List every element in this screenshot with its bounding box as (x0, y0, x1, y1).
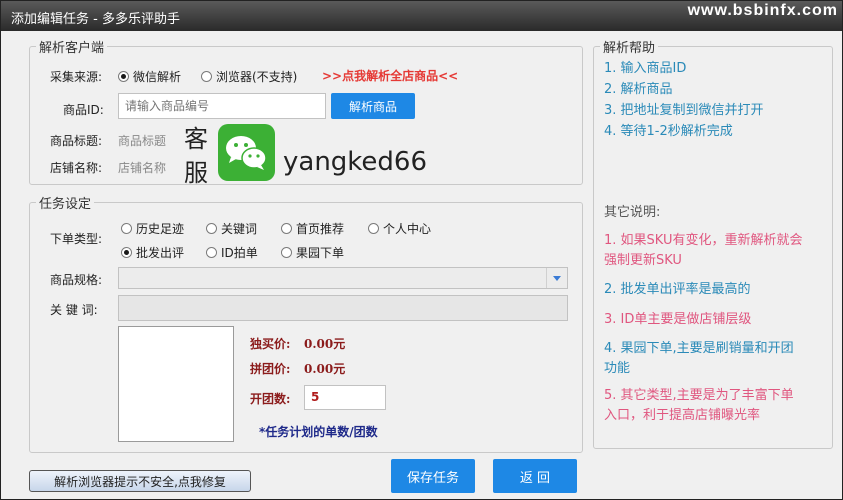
radio-dot-checked (118, 71, 129, 82)
radio-label: 首页推荐 (296, 222, 345, 236)
keyword-label: 关 键 词: (50, 303, 98, 317)
radio-dot (206, 223, 217, 234)
site-watermark: www.bsbinfx.com (687, 2, 838, 19)
radio-id-order[interactable]: ID拍单 (206, 244, 258, 261)
radio-label: 个人中心 (383, 222, 432, 236)
keyword-input[interactable] (118, 295, 568, 321)
group-count-input[interactable]: 5 (304, 385, 386, 410)
radio-dot (368, 223, 379, 234)
radio-personal-center[interactable]: 个人中心 (368, 220, 431, 237)
help-group-legend: 解析帮助 (603, 41, 656, 56)
note-line: 3. ID单主要是做店铺层级 (604, 312, 752, 327)
help-note-1: 1. 如果SKU有变化，重新解析就会 强制更新SKU (604, 231, 829, 271)
product-id-input[interactable] (118, 93, 326, 119)
note-line: 4. 果园下单,主要是刷销量和开团 (604, 341, 794, 356)
task-count-note: *任务计划的单数/团数 (259, 425, 378, 439)
note-line: 5. 其它类型,主要是为了丰富下单 (604, 388, 794, 403)
radio-dot (201, 71, 212, 82)
radio-wechat-parse[interactable]: 微信解析 (118, 68, 181, 85)
radio-label: 关键词 (221, 222, 258, 236)
help-step-1: 1. 输入商品ID (604, 61, 687, 76)
radio-history-footprint[interactable]: 历史足迹 (121, 220, 184, 237)
kf-char-1: 客 (184, 125, 208, 153)
radio-home-recommend[interactable]: 首页推荐 (281, 220, 344, 237)
back-button[interactable]: 返 回 (493, 459, 577, 493)
radio-label: 批发出评 (136, 246, 185, 260)
chevron-down-icon[interactable] (546, 268, 567, 288)
radio-dot (121, 223, 132, 234)
help-note-4: 4. 果园下单,主要是刷销量和开团 功能 (604, 339, 829, 379)
help-step-3: 3. 把地址复制到微信并打开 (604, 103, 764, 118)
radio-orchard-order[interactable]: 果园下单 (281, 244, 344, 261)
solo-price-value: 0.00元 (304, 337, 346, 351)
help-step-4: 4. 等待1-2秒解析完成 (604, 124, 733, 139)
help-note-2: 2. 批发单出评率是最高的 (604, 280, 829, 300)
wechat-id-text: yangked66 (283, 147, 428, 177)
radio-label: 浏览器(不支持) (216, 70, 298, 84)
note-line: 入口，利于提高店铺曝光率 (604, 408, 761, 423)
parse-product-button[interactable]: 解析商品 (331, 93, 415, 119)
group-count-label: 开团数: (250, 392, 291, 406)
note-line: 2. 批发单出评率是最高的 (604, 282, 751, 297)
spec-select[interactable] (118, 267, 568, 289)
radio-dot (281, 223, 292, 234)
parse-whole-shop-link[interactable]: >>点我解析全店商品<< (322, 67, 458, 84)
note-line: 1. 如果SKU有变化，重新解析就会 (604, 233, 803, 248)
spec-label: 商品规格: (50, 273, 103, 287)
wechat-logo-icon (218, 124, 275, 181)
radio-label: 果园下单 (296, 246, 345, 260)
radio-label: 微信解析 (133, 70, 182, 84)
group-price-value: 0.00元 (304, 362, 346, 376)
radio-label: 历史足迹 (136, 222, 185, 236)
dialog-content: 解析客户端 采集来源: 微信解析 浏览器(不支持) >>点我解析全店商品<< 商… (1, 31, 842, 499)
order-type-label: 下单类型: (50, 232, 103, 246)
fix-browser-button[interactable]: 解析浏览器提示不安全,点我修复 (29, 470, 251, 492)
shop-name-value: 店铺名称 (118, 161, 167, 175)
radio-label: ID拍单 (221, 246, 258, 260)
group-price-label: 拼团价: (250, 362, 291, 376)
help-note-5: 5. 其它类型,主要是为了丰富下单 入口，利于提高店铺曝光率 (604, 386, 829, 426)
client-group-legend: 解析客户端 (39, 41, 105, 56)
kf-char-2: 服 (184, 159, 208, 187)
note-line: 功能 (604, 361, 631, 376)
product-image-box (118, 326, 234, 442)
product-id-label: 商品ID: (63, 103, 104, 117)
help-step-2: 2. 解析商品 (604, 82, 673, 97)
help-note-3: 3. ID单主要是做店铺层级 (604, 310, 829, 330)
radio-wholesale-review[interactable]: 批发出评 (121, 244, 184, 261)
radio-browser-parse[interactable]: 浏览器(不支持) (201, 68, 297, 85)
save-task-button[interactable]: 保存任务 (391, 459, 475, 493)
solo-price-label: 独买价: (250, 337, 291, 351)
window-title: 添加编辑任务 - 多多乐评助手 (11, 12, 180, 27)
note-line: 强制更新SKU (604, 253, 682, 268)
title-bar: 添加编辑任务 - 多多乐评助手 www.bsbinfx.com (1, 1, 842, 31)
radio-dot-checked (121, 247, 132, 258)
source-label: 采集来源: (50, 70, 103, 84)
task-group-legend: 任务设定 (39, 197, 92, 212)
radio-dot (206, 247, 217, 258)
product-title-value: 商品标题 (118, 134, 167, 148)
product-title-label: 商品标题: (50, 134, 103, 148)
radio-keyword[interactable]: 关键词 (206, 220, 257, 237)
radio-dot (281, 247, 292, 258)
other-notes-title: 其它说明: (604, 205, 661, 220)
shop-name-label: 店铺名称: (50, 161, 103, 175)
app-window: 添加编辑任务 - 多多乐评助手 www.bsbinfx.com 解析客户端 采集… (0, 0, 843, 500)
